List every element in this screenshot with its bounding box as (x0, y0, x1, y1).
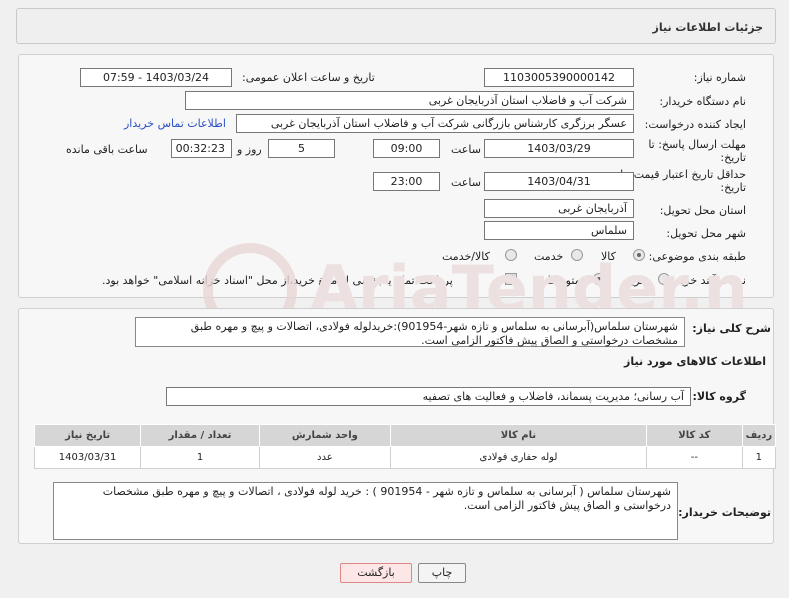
deadline-date-field: 1403/03/29 (484, 139, 634, 158)
col-date: تاریخ نیاز (33, 424, 142, 447)
province-field: آذربایجان غربی (484, 199, 634, 218)
remaining-label: ساعت باقی مانده (66, 143, 148, 156)
print-button[interactable]: چاپ (418, 563, 466, 583)
goods-group-field: آب رسانی؛ مدیریت پسماند، فاضلاب و فعالیت… (166, 387, 691, 406)
goods-group-label: گروه کالا: (692, 390, 746, 403)
description-label: شرح کلی نیاز: (692, 322, 771, 335)
days-field: 5 (268, 139, 335, 158)
announce-field: 1403/03/24 - 07:59 (80, 68, 232, 87)
deadline-time-label: ساعت (451, 143, 481, 156)
category-radio-service[interactable] (571, 249, 583, 261)
treasury-checkbox[interactable]: ✓ (505, 273, 517, 285)
deadline-time-field: 09:00 (373, 139, 440, 158)
description-text: شهرستان سلماس(آبرسانی به سلماس و تازه شه… (135, 317, 685, 347)
validity-time-field: 23:00 (373, 172, 440, 191)
category-radio-goods[interactable] (633, 249, 645, 261)
col-unit: واحد شمارش (258, 424, 391, 447)
process-radio-medium[interactable] (593, 273, 605, 285)
col-code: کد کالا (645, 424, 743, 447)
buyer-field: شرکت آب و فاضلاب استان آذربایجان غربی (185, 91, 634, 110)
category-option-both: کالا/خدمت (442, 250, 490, 263)
goods-info-title: اطلاعات کالاهای مورد نیاز (624, 355, 766, 368)
validity-time-label: ساعت (451, 176, 481, 189)
deadline-label: مهلت ارسال پاسخ: تا (648, 138, 746, 151)
need-number-field: 1103005390000142 (484, 68, 634, 87)
city-label: شهر محل تحویل: (666, 227, 746, 240)
announce-label: تاریخ و ساعت اعلان عمومی: (242, 71, 375, 84)
buyer-contact-link[interactable]: اطلاعات تماس خریدار (124, 117, 226, 130)
back-button[interactable]: بازگشت (340, 563, 412, 583)
category-radio-both[interactable] (505, 249, 517, 261)
days-label: روز و (237, 143, 262, 156)
buyer-notes-text: شهرستان سلماس ( آبرسانی به سلماس و تازه … (53, 482, 678, 540)
process-radio-minor[interactable] (658, 273, 670, 285)
page-header: جزئیات اطلاعات نیاز (16, 8, 776, 44)
process-option-minor: جزیی (622, 274, 648, 287)
province-label: استان محل تحویل: (659, 204, 746, 217)
cell-name: لوله حفاری فولادی (389, 446, 647, 469)
validity-label: حداقل تاریخ اعتبار قیمت: تا (620, 168, 746, 181)
need-number-label: شماره نیاز: (693, 71, 746, 84)
col-row: ردیف (741, 424, 777, 447)
remaining-time-field: 00:32:23 (171, 139, 232, 158)
cell-code: -- (645, 446, 743, 469)
table-header-row: ردیف کد کالا نام کالا واحد شمارش تعداد /… (33, 424, 777, 447)
category-label: طبقه بندی موضوعی: (648, 250, 746, 263)
buyer-notes-label: توضیحات خریدار: (678, 506, 771, 519)
category-option-service: خدمت (534, 250, 564, 263)
page-title: جزئیات اطلاعات نیاز (652, 21, 764, 34)
cell-date: 1403/03/31 (33, 446, 142, 469)
validity-label-date: تاریخ: (720, 181, 746, 194)
col-name: نام کالا (389, 424, 647, 447)
process-option-medium: متوسط (546, 274, 581, 287)
items-table: ردیف کد کالا نام کالا واحد شمارش تعداد /… (33, 424, 777, 469)
table-row: 1 -- لوله حفاری فولادی عدد 1 1403/03/31 (33, 446, 777, 469)
creator-field: عسگر برزگری کارشناس بازرگانی شرکت آب و ف… (236, 114, 634, 133)
deadline-label-date: تاریخ: (720, 151, 746, 164)
cell-unit: عدد (258, 446, 391, 469)
creator-label: ایجاد کننده درخواست: (644, 118, 746, 131)
cell-row: 1 (741, 446, 777, 469)
city-field: سلماس (484, 221, 634, 240)
process-label: نوع فرآیند خرید : (668, 274, 746, 287)
treasury-note: پرداخت تمام یا بخشی از مبلغ خرید،از محل … (102, 274, 453, 287)
validity-date-field: 1403/04/31 (484, 172, 634, 191)
category-option-goods: کالا (601, 250, 616, 263)
col-qty: تعداد / مقدار (140, 424, 260, 447)
cell-qty: 1 (140, 446, 260, 469)
buyer-label: نام دستگاه خریدار: (659, 95, 746, 108)
